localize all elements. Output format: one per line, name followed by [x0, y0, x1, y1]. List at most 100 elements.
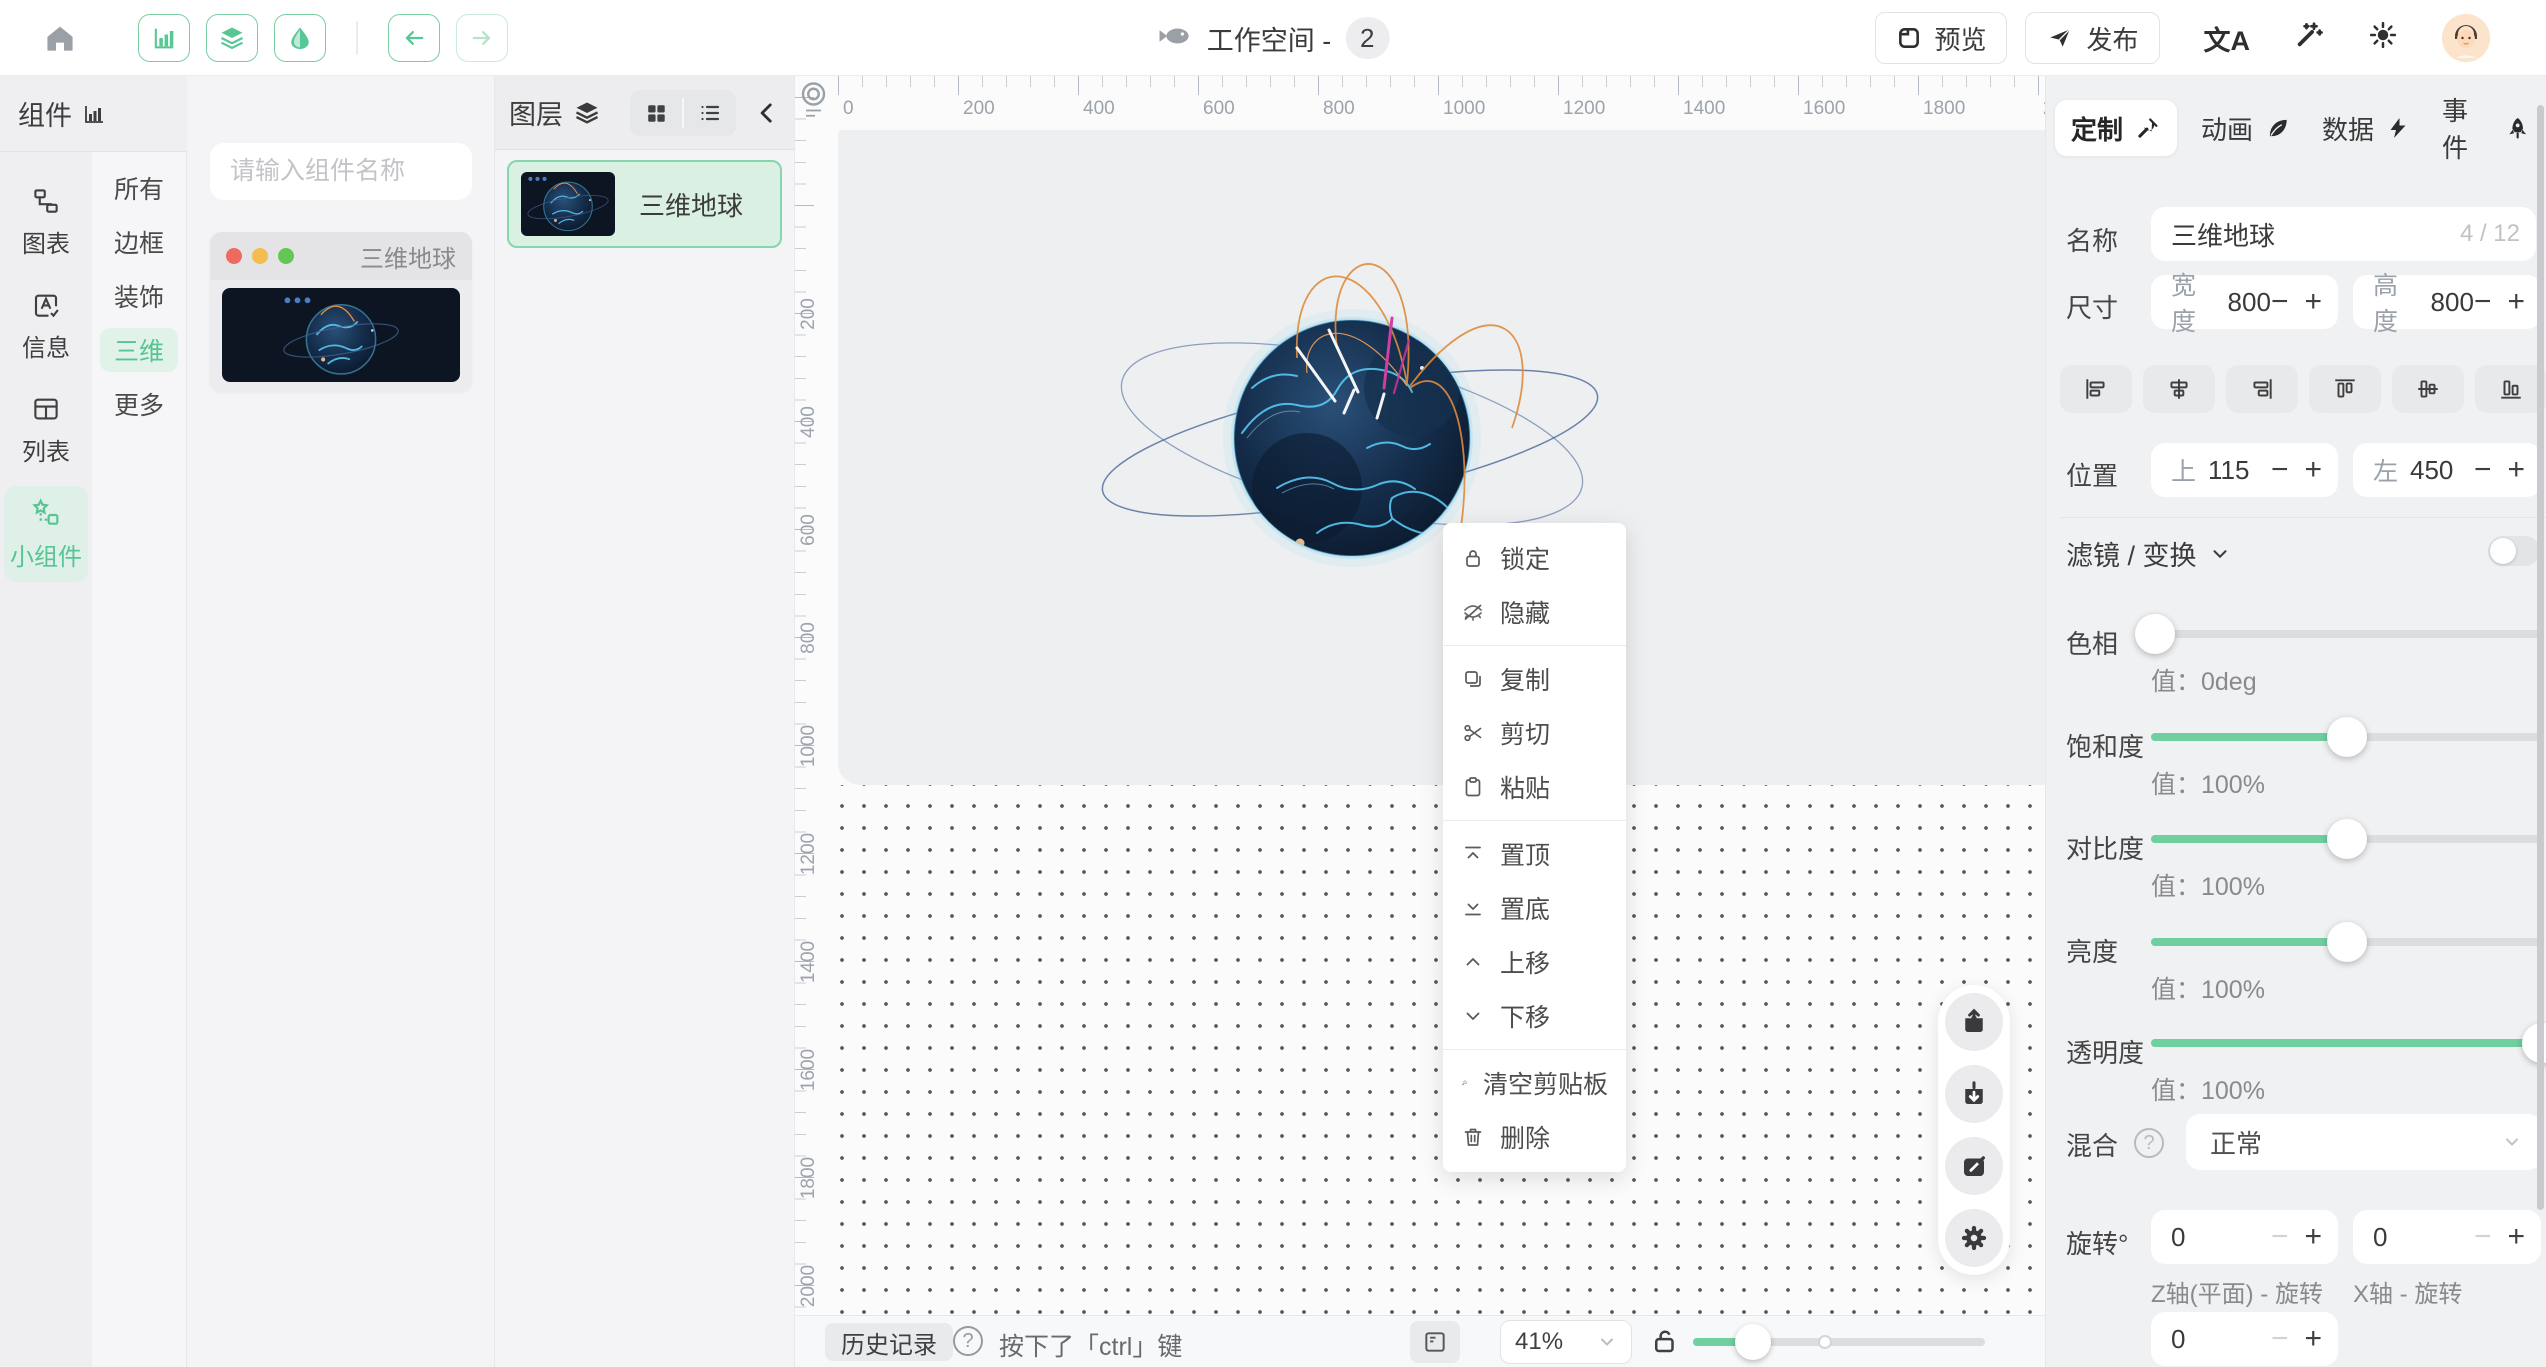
canvas-area[interactable]: 0200400600800100012001400160018002 20040…	[795, 76, 2045, 1315]
menu-item-cut[interactable]: 剪切	[1443, 706, 1626, 760]
rot-z-plus-button[interactable]: +	[2304, 1222, 2322, 1252]
width-plus-button[interactable]: +	[2304, 287, 2322, 317]
component-card-3d-globe[interactable]: 三维地球	[210, 232, 472, 392]
edit-button[interactable]	[1945, 1137, 2003, 1195]
pos-top-plus-button[interactable]: +	[2304, 455, 2322, 485]
height-minus-button[interactable]: −	[2474, 287, 2492, 317]
filter-transform-toggle[interactable]	[2488, 536, 2540, 566]
minimap-button[interactable]	[1410, 1321, 1460, 1363]
home-icon[interactable]	[44, 23, 76, 53]
publish-button[interactable]: 发布	[2025, 12, 2159, 64]
tab-data[interactable]: 数据	[2306, 100, 2426, 156]
width-stepper[interactable]: 宽度 800 −+	[2151, 275, 2338, 329]
brightness-icon[interactable]	[2368, 20, 2398, 57]
blend-help-icon[interactable]: ?	[2134, 1128, 2164, 1158]
bottom-bar: 历史记录 ? 按下了「ctrl」键 41%	[795, 1315, 2045, 1367]
redo-button[interactable]	[456, 14, 508, 62]
preview-button[interactable]: 预览	[1875, 12, 2007, 64]
help-icon[interactable]: ?	[953, 1326, 983, 1356]
grid-view-button[interactable]	[630, 90, 682, 136]
rotation-z-stepper[interactable]: 0 −+	[2151, 1210, 2338, 1264]
contrast-slider[interactable]	[2151, 835, 2542, 843]
align-bottom-button[interactable]	[2475, 365, 2546, 413]
magic-wand-icon[interactable]	[2294, 20, 2324, 57]
category-more[interactable]: 更多	[100, 382, 178, 426]
brightness-slider-thumb[interactable]	[2327, 922, 2367, 962]
import-button[interactable]	[1945, 1065, 2003, 1123]
opacity-slider[interactable]	[2151, 1039, 2542, 1047]
layer-item-3d-globe[interactable]: 三维地球	[507, 160, 782, 248]
menu-item-delete[interactable]: 删除	[1443, 1110, 1626, 1164]
zoom-level-select[interactable]: 41%	[1500, 1320, 1632, 1364]
brightness-slider[interactable]	[2151, 938, 2542, 946]
align-right-button[interactable]	[2226, 365, 2298, 413]
collapse-panel-button[interactable]	[754, 100, 780, 126]
nav-item-info[interactable]: 信息	[4, 278, 88, 374]
brightness-label: 亮度	[2066, 932, 2118, 969]
list-view-button[interactable]	[684, 90, 736, 136]
export-button[interactable]	[1945, 993, 2003, 1051]
saturation-slider[interactable]	[2151, 733, 2542, 741]
menu-item-copy[interactable]: 复制	[1443, 652, 1626, 706]
nav-item-list[interactable]: 列表	[4, 382, 88, 478]
zoom-slider[interactable]	[1693, 1338, 1985, 1346]
category-3d[interactable]: 三维	[100, 328, 178, 372]
user-avatar[interactable]	[2442, 14, 2490, 62]
position-top-stepper[interactable]: 上 115 −+	[2151, 443, 2338, 497]
zoom-slider-thumb[interactable]	[1735, 1324, 1771, 1360]
tab-animation[interactable]: 动画	[2185, 100, 2307, 156]
pos-top-minus-button[interactable]: −	[2271, 455, 2289, 485]
align-v-center-button[interactable]	[2392, 365, 2464, 413]
hue-slider-thumb[interactable]	[2135, 614, 2175, 654]
layers-tool-button[interactable]	[206, 14, 258, 62]
menu-item-lock[interactable]: 锁定	[1443, 531, 1626, 585]
rot-y-minus-button[interactable]: −	[2271, 1324, 2289, 1354]
align-left-button[interactable]	[2060, 365, 2132, 413]
menu-item-move-down[interactable]: 下移	[1443, 989, 1626, 1043]
layer-name: 三维地球	[639, 186, 743, 223]
menu-item-clear-clipboard[interactable]: 清空剪贴板	[1443, 1056, 1626, 1110]
category-all[interactable]: 所有	[100, 166, 178, 210]
theme-tool-button[interactable]	[274, 14, 326, 62]
translate-icon[interactable]: 文A	[2204, 19, 2251, 58]
rot-y-plus-button[interactable]: +	[2304, 1324, 2322, 1354]
history-button[interactable]: 历史记录	[825, 1323, 953, 1361]
pos-left-plus-button[interactable]: +	[2507, 455, 2525, 485]
hue-slider[interactable]	[2151, 630, 2542, 638]
workspace-badge[interactable]: 2	[1345, 17, 1389, 59]
undo-button[interactable]	[388, 14, 440, 62]
width-minus-button[interactable]: −	[2271, 287, 2289, 317]
saturation-slider-thumb[interactable]	[2327, 717, 2367, 757]
nav-item-widgets[interactable]: 小组件	[4, 486, 88, 582]
blend-mode-select[interactable]: 正常	[2186, 1114, 2542, 1170]
panel-scrollbar[interactable]	[2537, 105, 2544, 1210]
menu-item-move-up[interactable]: 上移	[1443, 935, 1626, 989]
nav-item-charts[interactable]: 图表	[4, 174, 88, 270]
rotation-x-stepper[interactable]: 0 −+	[2353, 1210, 2541, 1264]
category-border[interactable]: 边框	[100, 220, 178, 264]
menu-item-bring-to-front[interactable]: 置顶	[1443, 827, 1626, 881]
height-stepper[interactable]: 高度 800 −+	[2353, 275, 2541, 329]
menu-item-hide[interactable]: 隐藏	[1443, 585, 1626, 639]
filter-transform-section-header[interactable]: 滤镜 / 变换	[2066, 534, 2231, 573]
zoom-unlock-icon[interactable]	[1650, 1325, 1680, 1357]
align-h-center-button[interactable]	[2143, 365, 2215, 413]
chart-tool-button[interactable]	[138, 14, 190, 62]
menu-item-send-to-back[interactable]: 置底	[1443, 881, 1626, 935]
contrast-slider-thumb[interactable]	[2327, 819, 2367, 859]
rotation-y-stepper[interactable]: 0 −+	[2151, 1312, 2338, 1366]
rot-z-minus-button[interactable]: −	[2271, 1222, 2289, 1252]
height-plus-button[interactable]: +	[2507, 287, 2525, 317]
ruler-origin-icon[interactable]	[797, 80, 833, 125]
align-top-button[interactable]	[2309, 365, 2381, 413]
tab-customize[interactable]: 定制	[2055, 100, 2177, 156]
menu-item-paste[interactable]: 粘贴	[1443, 760, 1626, 814]
settings-button[interactable]	[1945, 1209, 2003, 1267]
category-decoration[interactable]: 装饰	[100, 274, 178, 318]
rot-x-minus-button[interactable]: −	[2474, 1222, 2492, 1252]
pos-left-minus-button[interactable]: −	[2474, 455, 2492, 485]
tab-events[interactable]: 事件	[2426, 100, 2546, 156]
name-input[interactable]: 三维地球 4 / 12	[2151, 207, 2536, 261]
position-left-stepper[interactable]: 左 450 −+	[2353, 443, 2541, 497]
rot-x-plus-button[interactable]: +	[2507, 1222, 2525, 1252]
